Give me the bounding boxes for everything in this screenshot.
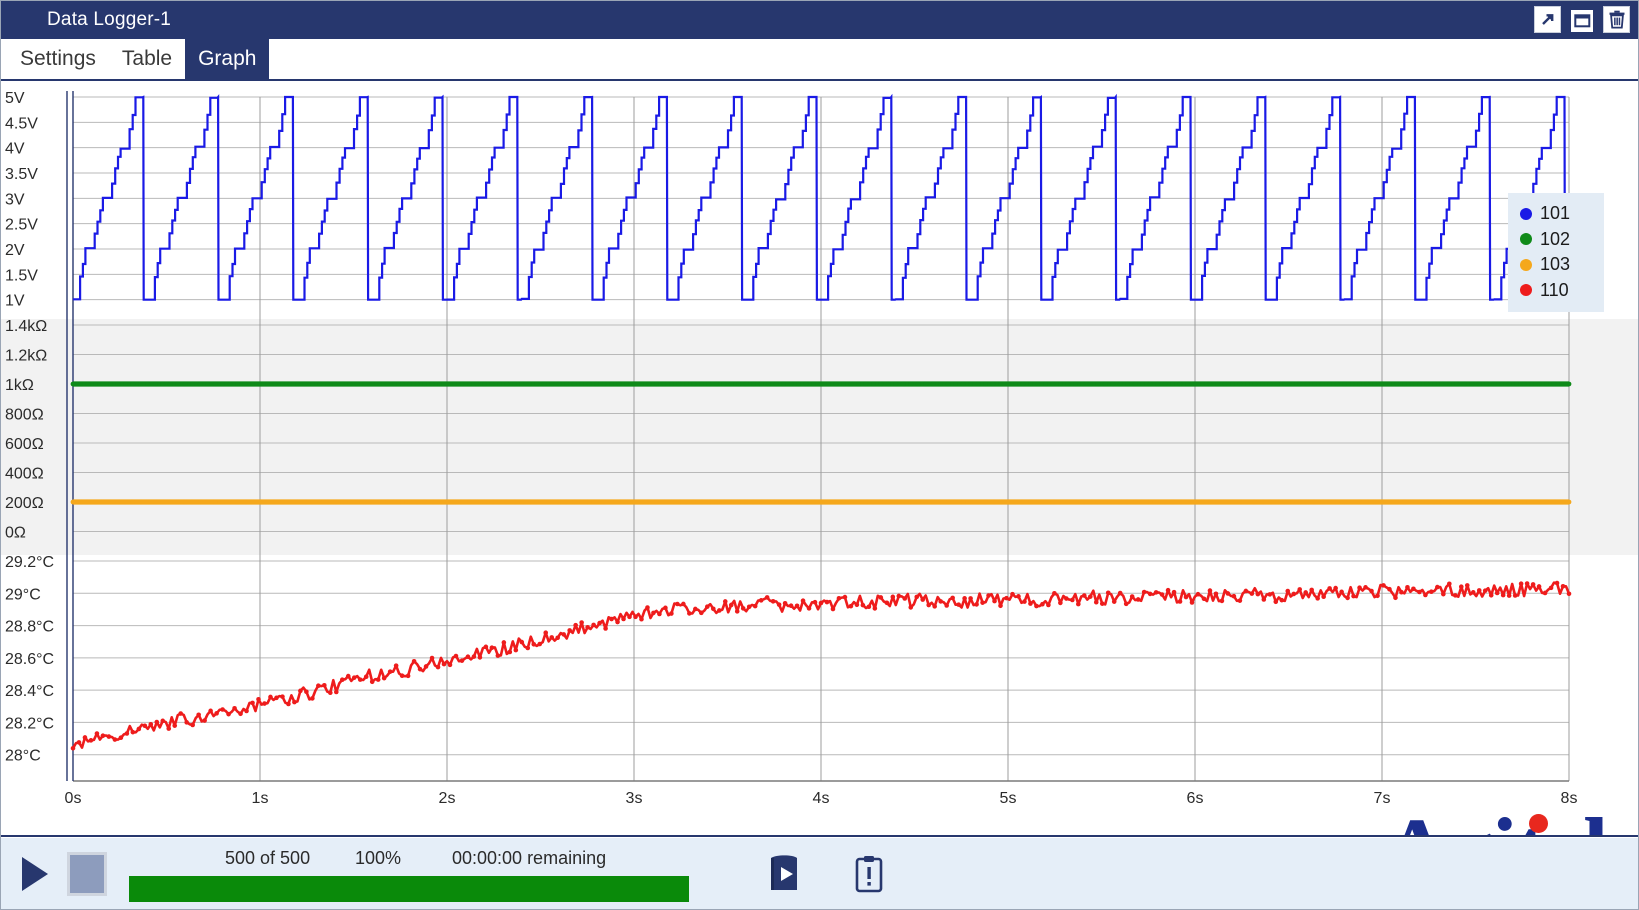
svg-text:1.4kΩ: 1.4kΩ	[5, 318, 47, 335]
percent-label: 100%	[355, 848, 402, 868]
svg-text:0s: 0s	[65, 790, 82, 807]
svg-text:3V: 3V	[5, 191, 25, 208]
svg-text:2.5V: 2.5V	[5, 217, 38, 234]
legend-item-110[interactable]: 110	[1520, 278, 1594, 304]
window-title: Data Logger-1	[47, 9, 172, 30]
play-icon	[22, 856, 48, 891]
legend-dot-102	[1520, 233, 1532, 246]
tab-settings[interactable]: Settings	[7, 39, 109, 79]
window-controls	[1534, 6, 1630, 33]
tool-icon-group	[765, 851, 889, 897]
legend-item-102[interactable]: 102	[1520, 227, 1594, 253]
multi-panel-chart: 5V 4.5V 4V 3.5V 3V 2.5V 2V 1.5V 1V 1.4kΩ 1.2kΩ 1kΩ 8…	[1, 90, 1638, 807]
progress-bar-fill	[129, 875, 689, 902]
svg-text:4s: 4s	[813, 790, 830, 807]
book-play-icon	[771, 854, 797, 890]
data-logger-window: Data Logger-1 Settings Table Graph 5V 4.…	[0, 0, 1639, 910]
legend-dot-110	[1520, 284, 1532, 297]
title-bar: Data Logger-1	[1, 1, 1638, 39]
svg-text:29.2°C: 29.2°C	[5, 554, 54, 571]
svg-text:3.5V: 3.5V	[5, 166, 38, 183]
svg-text:7s: 7s	[1374, 790, 1391, 807]
svg-text:6s: 6s	[1187, 790, 1204, 807]
progress-labels: 500 of 500 100% 00:00:00 remaining	[127, 846, 707, 872]
legend-item-101[interactable]: 101	[1520, 201, 1594, 227]
svg-text:28.8°C: 28.8°C	[5, 619, 54, 636]
svg-text:28.2°C: 28.2°C	[5, 715, 54, 732]
trash-icon	[1609, 10, 1624, 29]
graph-panel[interactable]: 5V 4.5V 4V 3.5V 3V 2.5V 2V 1.5V 1V 1.4kΩ 1.2kΩ 1kΩ 8…	[1, 81, 1638, 837]
play-button[interactable]	[15, 852, 55, 896]
tab-graph[interactable]: Graph	[185, 39, 270, 79]
legend-label-102: 102	[1540, 228, 1571, 249]
tab-table[interactable]: Table	[109, 39, 185, 79]
playback-toolbar: 500 of 500 100% 00:00:00 remaining	[1, 837, 1638, 909]
svg-text:4.5V: 4.5V	[5, 115, 38, 132]
sample-count-label: 500 of 500	[225, 848, 311, 868]
restore-icon	[1573, 14, 1590, 28]
chart-legend: 101 102 103 110	[1508, 193, 1604, 313]
progress-bar	[129, 875, 689, 902]
svg-text:1kΩ: 1kΩ	[5, 377, 34, 394]
svg-text:2V: 2V	[5, 242, 25, 259]
svg-text:1V: 1V	[5, 293, 25, 310]
svg-text:8s: 8s	[1561, 790, 1578, 807]
legend-label-101: 101	[1540, 203, 1571, 223]
svg-text:400Ω: 400Ω	[5, 466, 44, 483]
legend-dot-101	[1520, 207, 1532, 220]
delete-window-button[interactable]	[1603, 6, 1630, 33]
svg-text:28.4°C: 28.4°C	[5, 683, 54, 700]
svg-text:5s: 5s	[1000, 790, 1017, 807]
svg-text:800Ω: 800Ω	[5, 407, 44, 424]
svg-text:29°C: 29°C	[5, 586, 41, 603]
restore-window-button[interactable]	[1571, 10, 1593, 32]
stop-button[interactable]	[67, 851, 107, 896]
svg-text:2s: 2s	[439, 790, 456, 807]
legend-item-103[interactable]: 103	[1520, 252, 1594, 278]
legend-dot-103	[1520, 258, 1532, 271]
svg-text:1.2kΩ: 1.2kΩ	[5, 348, 47, 365]
legend-label-103: 103	[1540, 254, 1571, 275]
log-alerts-button[interactable]	[849, 851, 889, 897]
external-link-icon	[1542, 14, 1554, 25]
svg-text:1.5V: 1.5V	[5, 267, 38, 284]
remaining-time-label: 00:00:00 remaining	[452, 848, 607, 868]
export-playback-button[interactable]	[765, 851, 805, 897]
svg-text:600Ω: 600Ω	[5, 436, 44, 453]
svg-text:200Ω: 200Ω	[5, 495, 44, 512]
svg-text:3s: 3s	[626, 790, 643, 807]
svg-text:1s: 1s	[252, 790, 269, 807]
svg-text:28.6°C: 28.6°C	[5, 651, 54, 668]
svg-text:4V: 4V	[5, 141, 25, 158]
svg-text:5V: 5V	[5, 90, 25, 107]
svg-text:0Ω: 0Ω	[5, 525, 26, 542]
tab-bar: Settings Table Graph	[1, 39, 1638, 81]
legend-label-110: 110	[1540, 279, 1569, 300]
clipboard-alert-icon	[855, 855, 883, 892]
svg-text:28°C: 28°C	[5, 748, 41, 765]
expand-window-button[interactable]	[1534, 6, 1561, 33]
progress-block: 500 of 500 100% 00:00:00 remaining	[127, 846, 707, 902]
